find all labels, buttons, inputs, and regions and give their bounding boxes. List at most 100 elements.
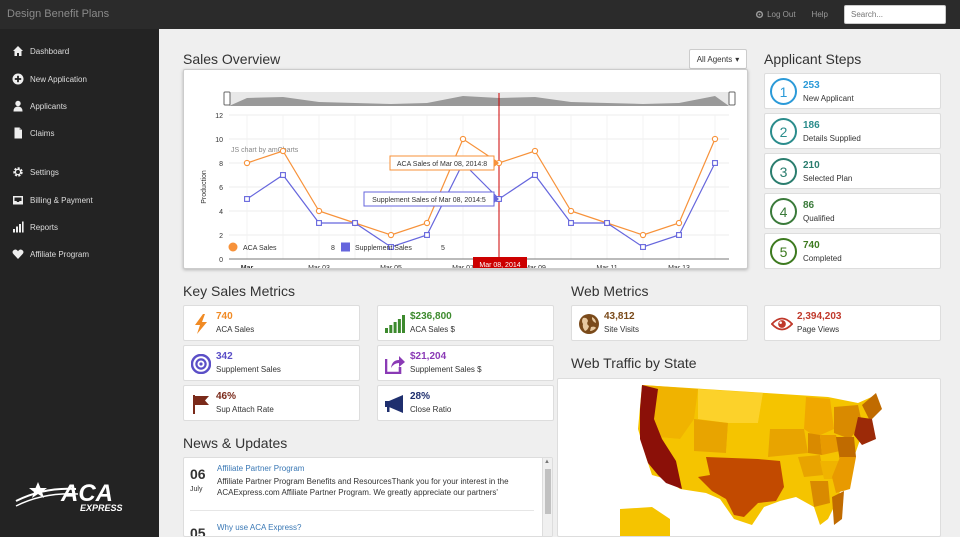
bar-chart-icon [11,221,24,234]
step-label: Selected Plan [803,174,853,183]
plus-circle-icon [11,73,24,86]
y-tick-label: 6 [219,185,223,192]
sidebar-item-reports[interactable]: Reports [0,215,159,239]
news-scrollbar[interactable]: ▲ [542,458,552,536]
sidebar-item-label: Claims [30,128,55,138]
metric-aca-sales-dollars[interactable]: $236,800 ACA Sales $ [377,305,554,341]
metric-sup-attach-rate[interactable]: 46% Sup Attach Rate [183,385,360,421]
document-icon [11,127,24,140]
share-icon [384,353,406,375]
news-month: July [190,486,203,493]
news-title-link[interactable]: Why use ACA Express? [217,523,301,532]
news-list[interactable]: 06 July Affiliate Partner Program Affili… [183,457,553,537]
x-tick-label: Mar 07 [452,265,474,268]
us-choropleth-map[interactable] [558,379,941,537]
metric-label: Page Views [797,325,840,334]
sidebar-item-settings[interactable]: Settings [0,160,159,184]
step-card-1[interactable]: 1 253 New Applicant [764,73,941,109]
metric-site-visits[interactable]: 43,812 Site Visits [571,305,748,341]
news-title: News & Updates [183,435,288,451]
metric-page-views[interactable]: 2,394,203 Page Views [764,305,941,341]
top-links: Log Out Help [755,5,946,24]
step-label: Details Supplied [803,134,861,143]
top-navbar: Design Benefit Plans Log Out Help [0,0,960,29]
step-card-2[interactable]: 2 186 Details Supplied [764,113,941,149]
sidebar-item-new-application[interactable]: New Application [0,67,159,91]
megaphone-icon [384,393,406,415]
logout-link[interactable]: Log Out [755,10,796,19]
signal-bars-icon [384,313,406,335]
metric-aca-sales[interactable]: 740 ACA Sales [183,305,360,341]
help-link[interactable]: Help [812,10,828,19]
metric-supplement-sales[interactable]: 342 Supplement Sales [183,345,360,381]
supplement-balloon: Supplement Sales of Mar 08, 2014:5 [372,197,486,204]
supplement-sales-point [424,232,430,238]
step-card-4[interactable]: 4 86 Qualified [764,193,941,229]
news-title-link[interactable]: Affiliate Partner Program [217,464,304,473]
metric-label: ACA Sales [216,325,255,334]
eye-icon [771,313,793,335]
sidebar-item-label: Settings [30,167,59,177]
step-value: 186 [803,120,820,131]
legend-label: Supplement Sales [355,245,412,252]
aca-sales-point [279,147,287,155]
target-icon [190,353,212,375]
aca-sales-point [711,135,719,143]
aca-sales-point [315,207,323,215]
supplement-sales-point [676,232,682,238]
svg-text:EXPRESS: EXPRESS [80,503,123,513]
metric-supplement-sales-dollars[interactable]: $21,204 Supplement Sales $ [377,345,554,381]
news-body: Affiliate Partner Program Benefits and R… [217,477,509,497]
metric-value: 740 [216,311,233,322]
supplement-sales-point [280,172,286,178]
metric-label: Site Visits [604,325,639,334]
x-tick-label: Mar 11 [596,265,617,268]
sidebar-item-affiliate[interactable]: Affiliate Program [0,242,159,266]
agent-select-dropdown[interactable]: All Agents ▾ [689,49,747,69]
step-number-badge: 4 [770,198,797,225]
y-tick-label: 10 [215,137,223,144]
step-card-3[interactable]: 3 210 Selected Plan [764,153,941,189]
x-tick-label: Mar 05 [380,265,402,268]
scroll-up-icon[interactable]: ▲ [544,459,550,465]
sales-line-chart[interactable]: 0 2 4 6 8 10 12 Mar Mar 03 Mar 05 Mar 07 Mar 09 Mar … [184,70,747,272]
step-label: New Applicant [803,94,854,103]
sidebar-item-dashboard[interactable]: Dashboard [0,39,159,63]
x-tick-label: Mar 03 [308,265,330,268]
us-traffic-map-card [557,378,941,537]
aca-express-logo: ACA EXPRESS [14,479,144,515]
sales-overview-title: Sales Overview [183,51,281,67]
y-tick-label: 0 [219,257,223,264]
applicant-steps-title: Applicant Steps [764,51,862,67]
legend-label: ACA Sales [243,245,277,252]
web-traffic-title: Web Traffic by State [571,355,697,371]
step-number-badge: 1 [770,78,797,105]
x-tick-label: Mar 13 [668,265,690,268]
aca-sales-point [387,231,395,239]
step-label: Completed [803,254,842,263]
sidebar-item-claims[interactable]: Claims [0,121,159,145]
legend-value: 5 [441,245,445,252]
search-input[interactable] [844,5,946,24]
scroll-handle-right [728,91,736,106]
sidebar-item-billing[interactable]: Billing & Payment [0,188,159,212]
aca-sales-point [567,207,575,215]
x-tick-label: Mar [241,265,254,268]
home-icon [11,45,24,58]
legend-value: 8 [331,245,335,252]
scrollbar-thumb[interactable] [545,469,551,514]
aca-sales-point [675,219,683,227]
logout-label: Log Out [767,10,796,19]
step-card-5[interactable]: 5 740 Completed [764,233,941,269]
heart-icon [11,248,24,261]
sidebar-item-label: Dashboard [30,46,70,56]
agent-select-label: All Agents [696,54,733,64]
metric-value: $21,204 [410,351,447,362]
sidebar-item-applicants[interactable]: Applicants [0,94,159,118]
amcharts-watermark: JS chart by amCharts [231,147,299,154]
step-value: 740 [803,240,820,251]
x-tick-label: Mar 09 [524,265,546,268]
app-title: Design Benefit Plans [7,8,110,20]
metric-label: Sup Attach Rate [216,405,274,414]
metric-close-ratio[interactable]: 28% Close Ratio [377,385,554,421]
